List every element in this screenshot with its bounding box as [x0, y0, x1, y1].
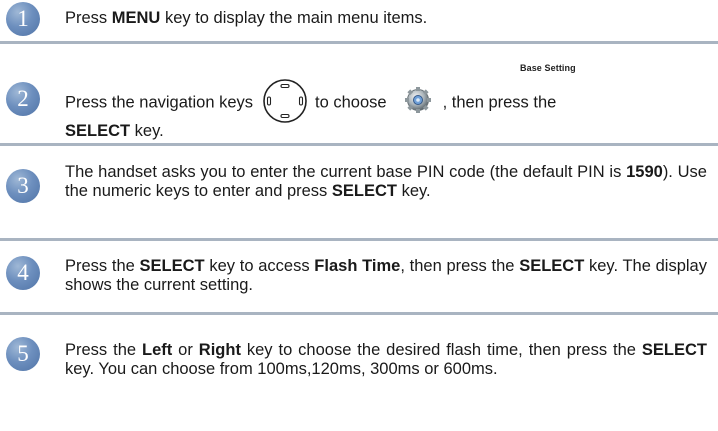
step-number-badge: 3	[6, 169, 40, 203]
step-number-badge: 5	[6, 337, 40, 371]
step-number-badge: 4	[6, 256, 40, 290]
step-text: Press the Left or Right key to choose th…	[65, 341, 707, 378]
gear-icon	[403, 87, 433, 113]
divider	[0, 41, 718, 44]
divider	[0, 312, 718, 315]
step-number-badge: 1	[6, 2, 40, 36]
step-text: Press MENU key to display the main menu …	[65, 9, 428, 27]
step-text: Press the navigation keys to choose, then…	[65, 79, 707, 127]
step-text-continued: SELECT key.	[65, 122, 164, 140]
step-number-badge: 2	[6, 82, 40, 116]
divider	[0, 238, 718, 241]
step-text: The handset asks you to enter the curren…	[65, 163, 707, 200]
divider	[0, 143, 718, 146]
instruction-page: 1 Press MENU key to display the main men…	[0, 0, 718, 431]
base-setting-label: Base Setting	[520, 63, 576, 73]
navigation-key-icon	[261, 79, 309, 123]
step-text: Press the SELECT key to access Flash Tim…	[65, 257, 707, 294]
